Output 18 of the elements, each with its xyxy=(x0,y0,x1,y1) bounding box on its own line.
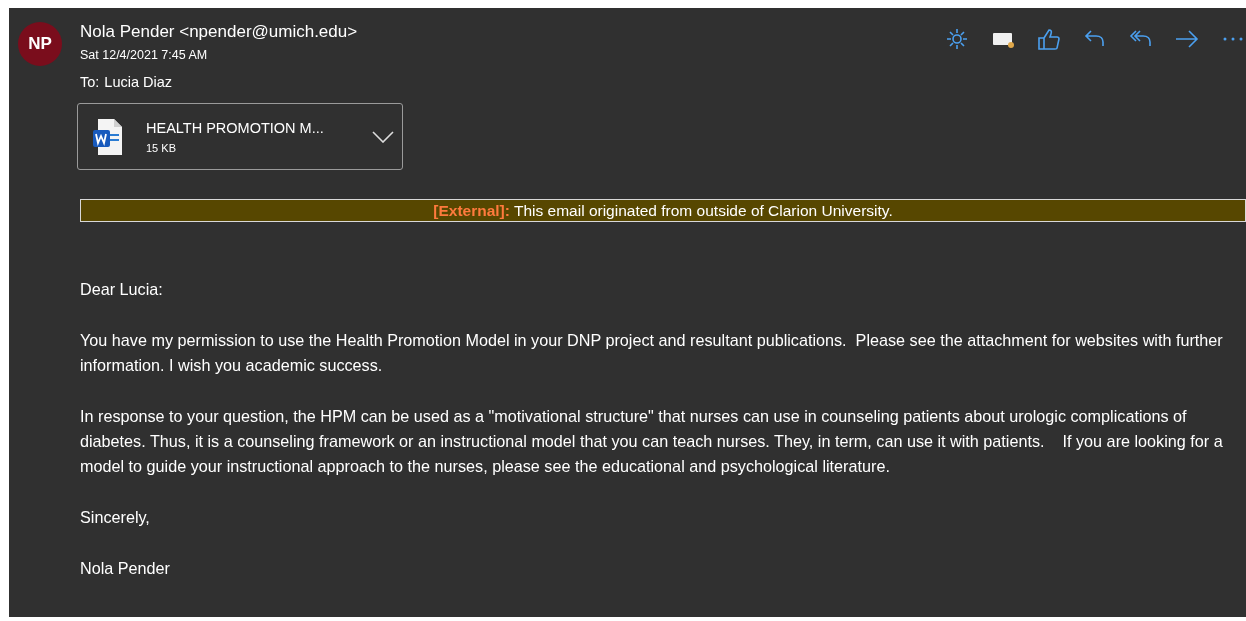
body-paragraph: You have my permission to use the Health Promotion Model in your DNP project and resultant publications. Please see the attachment for websites with further information. I wish you academic success. xyxy=(80,330,1224,376)
sun-icon[interactable] xyxy=(944,26,970,52)
body-paragraph: Sincerely, xyxy=(80,507,151,528)
attachment-size: 15 KB xyxy=(146,141,177,154)
recipient-name: Lucia Diaz xyxy=(104,74,173,90)
chevron-down-icon[interactable] xyxy=(372,130,394,143)
external-warning-banner: [External]: This email originated from outside of Clarion University. xyxy=(80,199,1246,222)
word-document-icon xyxy=(92,117,124,156)
attachment-name: HEALTH PROMOTION M... xyxy=(146,119,325,136)
to-label: To: xyxy=(80,74,100,90)
sender-name: Nola Pender <npender@umich.edu> xyxy=(80,22,358,43)
body-paragraph: In response to your question, the HPM can be used as a "motivational structure" that nurses can use in counseling patients about urologic complications of diabetes. Thus, it is a counseling framework or an instructional model that you can teach nurses. They, in term, can use it with patients. If you are looking for a model to guide your instructional approach to the nurses, please see the educational and psychological literature. xyxy=(80,406,1224,477)
body-paragraph: Nola Pender xyxy=(80,558,171,579)
attachment-card[interactable]: HEALTH PROMOTION M... 15 KB xyxy=(77,103,403,170)
sent-date: Sat 12/4/2021 7:45 AM xyxy=(80,48,208,64)
avatar: NP xyxy=(18,22,62,66)
thumbs-up-icon[interactable] xyxy=(1036,26,1062,52)
body-paragraph: Dear Lucia: xyxy=(80,279,164,300)
